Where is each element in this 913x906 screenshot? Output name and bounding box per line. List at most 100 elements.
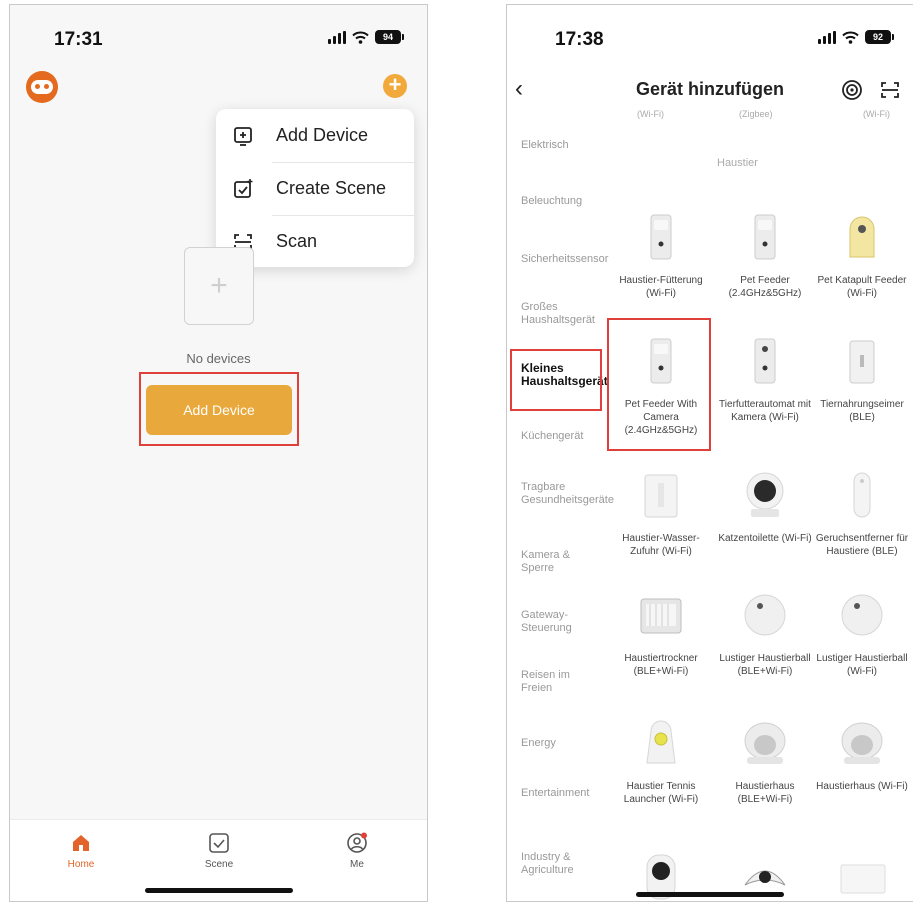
empty-device-placeholder: +	[184, 247, 254, 325]
device-card[interactable]: Haustiertrockner (BLE+Wi-Fi)	[609, 589, 713, 678]
tab-home[interactable]: Home	[46, 832, 116, 870]
device-card[interactable]: Tierfutterautomat mit Kamera (Wi-Fi)	[713, 335, 817, 424]
menu-item-label: Add Device	[276, 125, 369, 145]
home-indicator	[636, 892, 784, 897]
device-card[interactable]: Geruchsentferner für Haustiere (BLE)	[810, 469, 913, 558]
menu-item-add-device[interactable]: Add Device	[216, 109, 414, 162]
device-card[interactable]: Haustierhaus (BLE+Wi-Fi)	[713, 717, 817, 806]
wifi-icon	[352, 31, 369, 44]
battery-icon: 92	[865, 30, 894, 44]
device-label: Pet Feeder (2.4GHz&5GHz)	[728, 275, 802, 299]
right-phone-screen: 17:38 92 ‹ Gerät hinzufügen (Wi-Fi) (Zig…	[506, 4, 913, 902]
add-device-icon	[234, 126, 252, 146]
device-label: Tierfutterautomat mit Kamera (Wi-Fi)	[719, 399, 811, 423]
no-devices-text: No devices	[186, 351, 251, 366]
highlight-box	[139, 372, 299, 446]
sidebar-item-tragbare-gesundheitsgeraete[interactable]: Tragbare Gesundheitsgeräte	[521, 481, 614, 507]
device-card[interactable]: Haustier-Wasser-Zufuhr (Wi-Fi)	[609, 469, 713, 558]
device-label: Lustiger Haustierball (Wi-Fi)	[816, 653, 908, 677]
pet-ball-icon	[744, 594, 786, 636]
sidebar-item-kuechengeraet[interactable]: Küchengerät	[521, 430, 583, 443]
highlight-box	[510, 349, 602, 411]
pet-feeder-camera-icon	[754, 338, 776, 384]
status-time: 17:38	[555, 29, 604, 50]
pet-feeder-icon	[754, 214, 776, 260]
pet-house-icon	[841, 722, 883, 764]
add-menu-popup: Add Device Create Scene Scan	[216, 109, 414, 267]
tab-scene[interactable]: Scene	[184, 832, 254, 870]
tab-label: Me	[350, 859, 364, 870]
cut-off-label: (Wi-Fi)	[637, 109, 664, 119]
sidebar-item-reisen-im-freien[interactable]: Reisen im Freien	[521, 669, 575, 695]
menu-item-label: Scan	[276, 231, 318, 251]
signal-icon	[818, 30, 836, 44]
tab-label: Home	[67, 859, 95, 870]
sidebar-item-entertainment[interactable]: Entertainment	[521, 787, 589, 800]
sidebar-item-elektrisch[interactable]: Elektrisch	[521, 139, 607, 152]
tab-label: Scene	[204, 859, 234, 870]
device-label: Katzentoilette (Wi-Fi)	[718, 533, 812, 544]
pet-ball-icon	[841, 594, 883, 636]
device-label: Haustier-Fütterung (Wi-Fi)	[619, 275, 703, 299]
device-label: Tiernahrungseimer (BLE)	[820, 399, 904, 423]
status-icons: 92	[818, 30, 894, 44]
water-dispenser-icon	[644, 474, 678, 518]
discover-radar-icon[interactable]	[841, 79, 863, 101]
device-card[interactable]: Lustiger Haustierball (Wi-Fi)	[810, 589, 913, 678]
device-label: Haustier Tennis Launcher (Wi-Fi)	[623, 781, 699, 805]
device-label: Haustierhaus (BLE+Wi-Fi)	[735, 781, 795, 805]
tennis-launcher-icon	[646, 720, 676, 764]
tab-bar: Home Scene Me	[10, 819, 427, 901]
cut-off-label: (Zigbee)	[739, 109, 773, 119]
device-card[interactable]: Pet Feeder (2.4GHz&5GHz)	[713, 211, 817, 300]
home-indicator	[144, 888, 293, 893]
device-card[interactable]: Pet Katapult Feeder (Wi-Fi)	[810, 211, 913, 300]
aquarium-icon[interactable]	[837, 861, 889, 897]
pet-feeder-icon	[650, 214, 672, 260]
sidebar-item-grosses-haushaltsgeraet[interactable]: Großes Haushaltsgerät	[521, 301, 595, 327]
device-card[interactable]: Lustiger Haustierball (BLE+Wi-Fi)	[713, 589, 817, 678]
sidebar-item-gateway-steuerung[interactable]: Gateway-Steuerung	[521, 609, 583, 635]
create-scene-icon	[234, 178, 253, 198]
cat-litter-box-icon	[746, 472, 784, 517]
tab-me[interactable]: Me	[322, 832, 392, 870]
food-bucket-icon	[849, 340, 875, 384]
odor-eliminator-icon	[853, 472, 871, 518]
sidebar-item-industry-agriculture[interactable]: Industry & Agriculture	[521, 851, 587, 877]
device-card[interactable]: Haustierhaus (Wi-Fi)	[810, 717, 913, 793]
sidebar-item-energy[interactable]: Energy	[521, 737, 607, 750]
sidebar-item-beleuchtung[interactable]: Beleuchtung	[521, 195, 582, 208]
wifi-icon	[842, 31, 859, 44]
catapult-feeder-icon	[849, 216, 875, 258]
menu-item-label: Create Scene	[276, 178, 387, 198]
signal-icon	[328, 30, 346, 44]
cut-off-label: (Wi-Fi)	[863, 109, 890, 119]
device-label: Pet Katapult Feeder (Wi-Fi)	[817, 275, 907, 299]
device-label: Geruchsentferner für Haustiere (BLE)	[815, 533, 909, 557]
sidebar-item-sicherheitssensor[interactable]: Sicherheitssensor	[521, 253, 608, 266]
device-label: Lustiger Haustierball (BLE+Wi-Fi)	[719, 653, 811, 677]
device-card[interactable]: Haustier-Fütterung (Wi-Fi)	[609, 211, 713, 300]
profile-icon	[346, 832, 368, 854]
status-bar: 17:38 92	[507, 5, 913, 65]
sidebar-item-kamera-sperre[interactable]: Kamera & Sperre	[521, 549, 581, 575]
device-card[interactable]: Tiernahrungseimer (BLE)	[810, 335, 913, 424]
nav-bar: ‹ Gerät hinzufügen	[507, 67, 913, 111]
robot-avatar-icon[interactable]	[26, 71, 58, 103]
section-title: Haustier	[717, 157, 758, 169]
pet-house-icon	[744, 722, 786, 764]
device-card[interactable]: Katzentoilette (Wi-Fi)	[713, 469, 817, 545]
highlight-box	[607, 318, 711, 451]
pet-dryer-icon	[640, 598, 682, 634]
add-plus-button[interactable]: +	[383, 74, 407, 98]
battery-icon: 94	[375, 30, 404, 44]
status-icons: 94	[328, 30, 404, 44]
pet-toy-icon[interactable]	[739, 857, 791, 897]
scene-icon	[208, 832, 230, 854]
status-bar: 17:31 94	[10, 5, 427, 65]
device-card[interactable]: Haustier Tennis Launcher (Wi-Fi)	[609, 717, 713, 806]
menu-item-create-scene[interactable]: Create Scene	[216, 162, 414, 215]
device-label: Haustier-Wasser-Zufuhr (Wi-Fi)	[622, 533, 700, 557]
status-time: 17:31	[54, 29, 103, 50]
scan-icon[interactable]	[879, 79, 901, 101]
